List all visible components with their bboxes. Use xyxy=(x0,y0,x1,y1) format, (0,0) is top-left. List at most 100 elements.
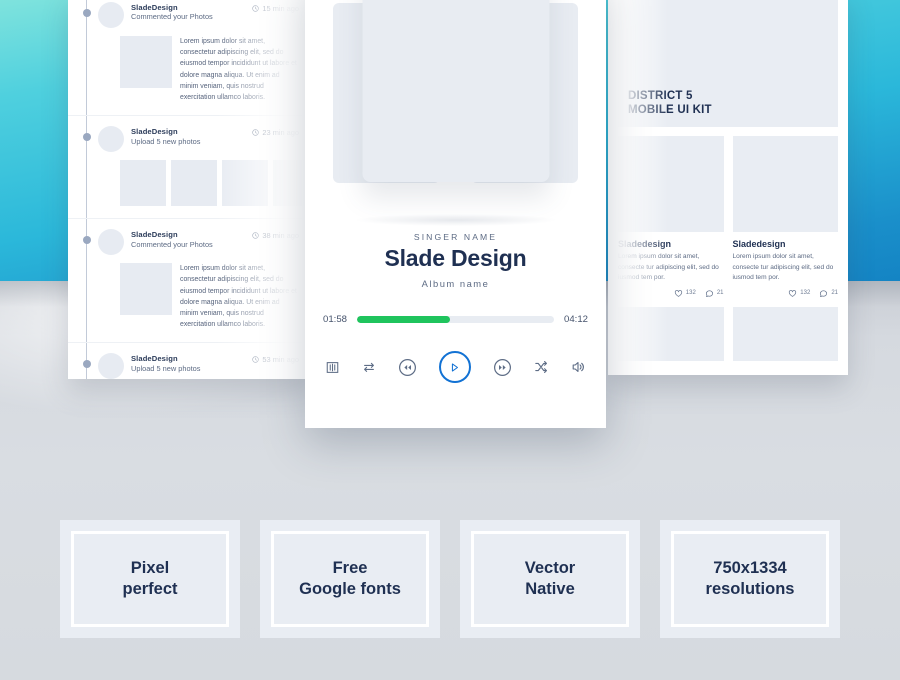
feed-user-name: SladeDesign xyxy=(131,354,178,364)
progress-bar-fill xyxy=(357,316,450,323)
post-thumbnail xyxy=(120,263,172,316)
kit-card-description: Lorem ipsum dolor sit amet, consecte tur… xyxy=(618,253,719,282)
heart-icon xyxy=(674,289,682,297)
feature-box-row: Pixel perfect Free Google fonts Vector N… xyxy=(0,520,900,638)
album-name-label: Album name xyxy=(421,278,490,289)
clock-icon xyxy=(252,356,260,363)
kit-card-row: Sladedesign Lorem ipsum dolor sit amet, … xyxy=(618,136,838,298)
like-stat[interactable]: 132 xyxy=(788,289,810,298)
kit-title: DISTRICT 5 MOBILE UI KIT xyxy=(628,89,712,117)
avatar xyxy=(98,2,124,28)
kit-footer-tile[interactable] xyxy=(732,306,838,361)
feed-action-text: Upload 5 new photos xyxy=(131,136,201,146)
feed-timestamp: 38 min ago xyxy=(252,229,299,240)
feed-time-label: 53 min ago xyxy=(262,355,299,365)
post-text: Lorem ipsum dolor sit amet, consectetur … xyxy=(180,265,297,329)
feed-timestamp: 23 min ago xyxy=(252,126,299,137)
feed-time-label: 15 min ago xyxy=(262,4,299,13)
feed-time-label: 38 min ago xyxy=(262,231,299,241)
album-art-carousel xyxy=(305,0,606,232)
progress-row: 01:58 04:12 xyxy=(323,314,588,325)
kit-hero-image: DISTRICT 5 MOBILE UI KIT xyxy=(618,0,838,127)
post-thumbnail xyxy=(120,36,172,88)
album-art-current[interactable] xyxy=(362,0,549,182)
rewind-icon xyxy=(399,358,417,376)
comment-stat[interactable]: 21 xyxy=(819,289,838,298)
photo-strip xyxy=(98,160,311,207)
kit-footer-tile[interactable] xyxy=(618,306,724,361)
avatar xyxy=(98,353,124,379)
photo-cell[interactable] xyxy=(120,160,166,207)
rewind-button[interactable] xyxy=(397,357,418,378)
equalizer-icon xyxy=(326,361,339,373)
equalizer-button[interactable] xyxy=(325,360,340,375)
kit-card-title: Sladedesign xyxy=(618,239,672,249)
feed-action-text: Commented your Photos xyxy=(131,12,213,22)
photo-cell[interactable] xyxy=(171,160,217,207)
repeat-button[interactable] xyxy=(361,359,377,375)
feed-item[interactable]: SladeDesign Commented your Photos 38 min… xyxy=(68,219,311,344)
photo-cell[interactable] xyxy=(222,160,268,207)
feed-action-text: Upload 5 new photos xyxy=(131,363,201,373)
feature-label: Free Google fonts xyxy=(299,558,401,598)
feed-action-text: Commented your Photos xyxy=(131,239,213,249)
volume-icon xyxy=(572,362,584,372)
feature-box-frame: Pixel perfect xyxy=(71,531,229,627)
like-count: 132 xyxy=(800,290,811,297)
feature-box: Pixel perfect xyxy=(60,520,240,638)
avatar xyxy=(98,126,124,153)
feature-box-frame: 750x1334 resolutions xyxy=(671,531,829,627)
kit-card[interactable]: Sladedesign Lorem ipsum dolor sit amet, … xyxy=(732,136,838,298)
activity-feed-panel: SladeDesign Commented your Photos 15 min… xyxy=(68,0,311,379)
kit-card-stats: 132 21 xyxy=(618,289,724,298)
play-icon xyxy=(452,362,459,372)
like-count: 132 xyxy=(685,290,696,297)
track-title: Slade Design xyxy=(384,245,527,271)
kit-card-title: Sladedesign xyxy=(732,239,786,249)
timeline-dot-icon xyxy=(82,360,91,369)
post-text: Lorem ipsum dolor sit amet, consectetur … xyxy=(180,38,297,101)
music-player-screen: SINGER NAME Slade Design Album name 01:5… xyxy=(305,0,606,428)
kit-card-image xyxy=(732,136,838,232)
feed-time-label: 23 min ago xyxy=(262,128,299,138)
play-button[interactable] xyxy=(438,351,471,383)
album-art-shadow xyxy=(355,214,556,226)
singer-name-label: SINGER NAME xyxy=(413,232,498,242)
timeline-dot-icon xyxy=(82,9,91,17)
comment-icon xyxy=(705,290,713,297)
feature-label: Vector Native xyxy=(524,558,576,598)
progress-bar[interactable] xyxy=(357,316,554,323)
kit-card-description: Lorem ipsum dolor sit amet, consecte tur… xyxy=(732,253,834,282)
feature-box: Free Google fonts xyxy=(260,520,440,638)
feature-box: 750x1334 resolutions xyxy=(660,520,840,638)
fast-forward-button[interactable] xyxy=(492,357,513,378)
volume-button[interactable] xyxy=(570,359,586,375)
comment-count: 21 xyxy=(831,290,838,297)
elapsed-time: 01:58 xyxy=(323,314,348,325)
clock-icon xyxy=(252,232,260,239)
comment-stat[interactable]: 21 xyxy=(705,289,724,298)
feed-timestamp: 53 min ago xyxy=(252,353,299,364)
clock-icon xyxy=(252,5,260,12)
comment-icon xyxy=(820,290,828,297)
feed-timestamp: 15 min ago xyxy=(252,2,299,13)
kit-card[interactable]: Sladedesign Lorem ipsum dolor sit amet, … xyxy=(618,136,724,298)
shuffle-button[interactable] xyxy=(533,359,549,375)
playback-controls xyxy=(325,351,586,383)
shuffle-icon xyxy=(535,361,548,373)
feed-item[interactable]: SladeDesign Commented your Photos 15 min… xyxy=(68,0,311,117)
timeline-dot-icon xyxy=(82,133,91,142)
fast-forward-icon xyxy=(493,358,511,376)
comment-count: 21 xyxy=(716,290,724,297)
feed-item[interactable]: SladeDesign Upload 5 new photos 23 min a… xyxy=(68,116,311,220)
feed-user-name: SladeDesign xyxy=(131,3,178,12)
kit-footer-row xyxy=(618,306,838,361)
feature-box: Vector Native xyxy=(460,520,640,638)
like-stat[interactable]: 132 xyxy=(674,289,696,298)
feature-label: Pixel perfect xyxy=(122,558,178,598)
total-time: 04:12 xyxy=(563,314,588,325)
feed-item[interactable]: SladeDesign Upload 5 new photos 53 min a… xyxy=(68,343,311,379)
feature-box-frame: Free Google fonts xyxy=(271,531,429,627)
kit-card-stats: 132 21 xyxy=(733,289,838,298)
feed-user-name: SladeDesign xyxy=(131,127,178,137)
